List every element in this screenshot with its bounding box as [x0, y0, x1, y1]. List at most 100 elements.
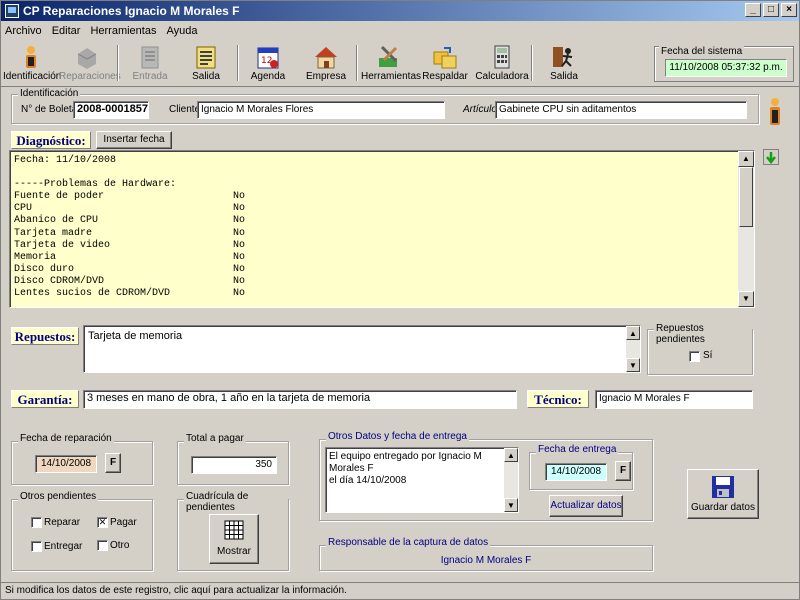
system-date-value: 11/10/2008 05:37:32 p.m.: [665, 59, 787, 77]
diagnostico-line: Abanico de CPU No: [14, 215, 245, 227]
repuestos-scrollbar[interactable]: ▲ ▼: [626, 326, 640, 372]
toolbar-separator: [356, 45, 358, 81]
boleta-field[interactable]: 2008-0001857: [73, 101, 149, 119]
menu-archivo[interactable]: Archivo: [5, 25, 42, 37]
tecnico-label: Técnico:: [527, 390, 589, 408]
toolbar-separator: [531, 45, 533, 81]
garantia-label: Garantía:: [11, 390, 79, 408]
diagnostico-value: No: [233, 191, 246, 203]
toolbar-agenda-button[interactable]: 12 Agenda: [243, 41, 293, 85]
mostrar-label: Mostrar: [217, 546, 251, 557]
diagnostico-line: [14, 167, 245, 179]
repuestos-pendientes-checkbox[interactable]: [689, 351, 700, 362]
otros-datos-scrollbar[interactable]: ▲ ▼: [504, 448, 518, 512]
boleta-label: N° de Boleta:: [21, 104, 81, 115]
toolbar-calculadora-button[interactable]: Calculadora: [475, 41, 529, 85]
menu-herramientas[interactable]: Herramientas: [90, 25, 156, 37]
reparar-checkbox[interactable]: [31, 517, 42, 528]
toolbar-herramientas-button[interactable]: Herramientas: [361, 41, 422, 85]
diagnostico-item: Tarjeta de video: [14, 239, 111, 251]
otros-datos-line: El equipo entregado por Ignacio M Morale…: [329, 451, 482, 474]
guardar-datos-button[interactable]: Guardar datos: [687, 469, 759, 519]
person-icon: [18, 44, 44, 70]
insert-date-button[interactable]: Insertar fecha: [96, 131, 172, 149]
diagnostico-value: No: [233, 288, 246, 300]
scroll-thumb[interactable]: [739, 167, 753, 227]
toolbar-separator: [117, 45, 119, 81]
responsable-value: Ignacio M Morales F: [440, 555, 532, 566]
diagnostico-item: Disco duro: [14, 263, 75, 275]
toolbar-entrada-button[interactable]: Entrada: [123, 41, 177, 85]
diagnostico-text: Fecha: 11/10/2008 -----Problemas de Hard…: [14, 155, 245, 300]
tools-icon: [376, 44, 402, 70]
toolbar-identificacion-button[interactable]: Identificación: [3, 41, 61, 85]
fecha-entrega-field[interactable]: 14/10/2008: [545, 463, 607, 481]
diagnostico-textarea[interactable]: Fecha: 11/10/2008 -----Problemas de Hard…: [9, 150, 755, 308]
minimize-button[interactable]: _: [745, 3, 761, 17]
diagnostico-label: Diagnóstico:: [11, 131, 91, 149]
toolbar-reparaciones-button[interactable]: Reparaciones: [59, 41, 121, 85]
diagnostico-value: No: [233, 263, 246, 275]
tecnico-field[interactable]: Ignacio M Morales F: [595, 390, 753, 409]
diagnostico-item: Lentes sucios de CDROM/DVD: [14, 288, 171, 300]
diagnostico-item: Fuente de poder: [14, 191, 105, 203]
scroll-up-button[interactable]: ▲: [626, 326, 640, 340]
repuestos-textarea[interactable]: Tarjeta de memoria ▲ ▼: [83, 325, 641, 373]
repuestos-text: Tarjeta de memoria: [88, 330, 183, 342]
otros-datos-line: el día 14/10/2008: [329, 475, 407, 486]
diagnostico-line: Lentes sucios de CDROM/DVD No: [14, 288, 245, 300]
status-bar[interactable]: Si modifica los datos de este registro, …: [1, 582, 799, 600]
toolbar-label: Herramientas: [361, 71, 422, 82]
person-icon[interactable]: [767, 97, 783, 127]
window-controls: _ □ ×: [745, 3, 797, 17]
diagnostico-line: Tarjeta madre No: [14, 228, 245, 240]
menu-ayuda[interactable]: Ayuda: [166, 25, 197, 37]
garantia-field[interactable]: 3 meses en mano de obra, 1 año en la tar…: [83, 390, 517, 409]
fecha-reparacion-button[interactable]: F: [105, 453, 121, 473]
scroll-down-button[interactable]: ▼: [738, 291, 754, 307]
maximize-button[interactable]: □: [763, 3, 779, 17]
diagnostico-item: Memoria: [14, 251, 57, 263]
toolbar-salida-button[interactable]: Salida: [181, 41, 231, 85]
diagnostico-item: [14, 167, 233, 179]
toolbar-empresa-button[interactable]: Empresa: [299, 41, 353, 85]
diagnostico-value: No: [233, 239, 246, 251]
toolbar-exit-button[interactable]: Salida: [539, 41, 589, 85]
total-field[interactable]: 350: [191, 456, 277, 474]
diagnostico-line: Memoria No: [14, 252, 245, 264]
menu-editar[interactable]: Editar: [52, 25, 81, 37]
computer-icon: [5, 4, 19, 18]
close-button[interactable]: ×: [781, 3, 797, 17]
otro-checkbox[interactable]: [97, 540, 108, 551]
fecha-reparacion-caption: Fecha de reparación: [18, 433, 114, 444]
fecha-reparacion-field[interactable]: 14/10/2008: [35, 455, 97, 473]
title-bar[interactable]: CP Reparaciones Ignacio M Morales F _ □ …: [1, 1, 799, 21]
diagnostico-line: Fuente de poder No: [14, 191, 245, 203]
otros-datos-textarea[interactable]: El equipo entregado por Ignacio M Morale…: [325, 447, 519, 513]
diagnostico-line: Fecha: 11/10/2008: [14, 155, 245, 167]
fecha-entrega-button[interactable]: F: [615, 461, 631, 481]
repuestos-label: Repuestos:: [11, 327, 79, 345]
entregar-checkbox[interactable]: [31, 541, 42, 552]
articulo-field[interactable]: Gabinete CPU sin aditamentos: [495, 101, 747, 119]
diagnostico-line: -----Problemas de Hardware:: [14, 179, 245, 191]
scroll-up-button[interactable]: ▲: [738, 151, 754, 167]
otros-datos-caption: Otros Datos y fecha de entrega: [326, 431, 469, 442]
cliente-field[interactable]: Ignacio M Morales Flores: [197, 101, 445, 119]
scroll-down-button[interactable]: ▼: [504, 498, 518, 512]
diagnostico-line: CPU No: [14, 203, 245, 215]
actualizar-datos-button[interactable]: Actualizar datos: [549, 495, 623, 517]
identificacion-caption: Identificación: [18, 88, 81, 99]
pagar-checkbox[interactable]: ✕: [97, 517, 108, 528]
toolbar-respaldar-button[interactable]: Respaldar: [421, 41, 469, 85]
diagnostico-item: Tarjeta madre: [14, 227, 93, 239]
scroll-down-button[interactable]: ▼: [626, 358, 640, 372]
mostrar-button[interactable]: Mostrar: [209, 514, 259, 564]
diagnostico-value: No: [233, 215, 246, 227]
scroll-up-button[interactable]: ▲: [504, 448, 518, 462]
toolbar-separator: [237, 45, 239, 81]
diagnostico-scrollbar[interactable]: ▲ ▼: [738, 151, 754, 307]
entregar-label: Entregar: [44, 541, 83, 552]
arrow-down-icon[interactable]: [763, 149, 779, 165]
toolbar-label: Reparaciones: [59, 71, 121, 82]
